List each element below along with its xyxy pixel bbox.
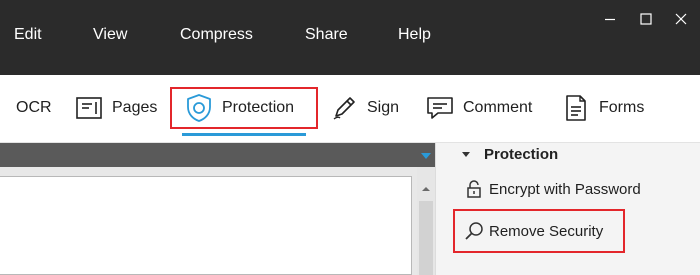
comment-label: Comment — [463, 99, 533, 116]
pen-icon — [329, 93, 359, 123]
protection-label: Protection — [222, 99, 295, 116]
sign-button[interactable]: Sign — [329, 93, 399, 123]
collapse-caret-icon — [462, 151, 470, 157]
toolbar: OCR Pages Protection Sign Comment Forms — [0, 75, 700, 143]
ocr-button[interactable]: OCR — [16, 93, 52, 123]
minimize-icon — [605, 18, 615, 21]
minimize-button[interactable] — [600, 10, 620, 28]
lock-icon — [464, 179, 484, 199]
vertical-scrollbar[interactable] — [417, 167, 435, 275]
ocr-label: OCR — [16, 99, 52, 116]
dropdown-caret-icon[interactable] — [421, 153, 431, 159]
protection-panel: Protection Encrypt with Password Remove … — [435, 143, 700, 275]
active-tab-indicator — [182, 133, 306, 136]
pages-button[interactable]: Pages — [74, 93, 157, 123]
remove-security-item[interactable]: Remove Security — [464, 220, 603, 242]
encrypt-label: Encrypt with Password — [489, 180, 641, 198]
protection-button[interactable]: Protection — [184, 93, 294, 123]
forms-button[interactable]: Forms — [561, 93, 644, 123]
chevron-up-icon — [422, 187, 430, 191]
close-icon — [675, 13, 687, 25]
scroll-up-button[interactable] — [417, 181, 435, 197]
comment-icon — [425, 93, 455, 123]
shield-icon — [184, 93, 214, 123]
document-page[interactable] — [0, 176, 412, 275]
sign-label: Sign — [367, 99, 400, 116]
maximize-button[interactable] — [636, 10, 656, 28]
pages-label: Pages — [112, 99, 158, 116]
menu-help[interactable]: Help — [398, 25, 431, 45]
panel-header[interactable]: Protection — [462, 144, 558, 164]
panel-title: Protection — [484, 145, 559, 163]
search-magnifier-icon — [464, 221, 484, 241]
pages-icon — [74, 93, 104, 123]
menu-compress[interactable]: Compress — [180, 25, 253, 45]
menu-edit[interactable]: Edit — [14, 25, 42, 45]
forms-icon — [561, 93, 591, 123]
maximize-icon — [640, 13, 652, 25]
menu-bar: Edit View Compress Share Help — [0, 0, 700, 75]
forms-label: Forms — [599, 99, 645, 116]
close-button[interactable] — [671, 10, 691, 28]
encrypt-with-password-item[interactable]: Encrypt with Password — [464, 178, 641, 200]
document-view — [0, 143, 435, 275]
document-header-strip — [0, 143, 435, 167]
remove-security-label: Remove Security — [489, 222, 604, 240]
menu-share[interactable]: Share — [305, 25, 348, 45]
comment-button[interactable]: Comment — [425, 93, 532, 123]
scroll-thumb[interactable] — [419, 201, 433, 275]
menu-view[interactable]: View — [93, 25, 127, 45]
